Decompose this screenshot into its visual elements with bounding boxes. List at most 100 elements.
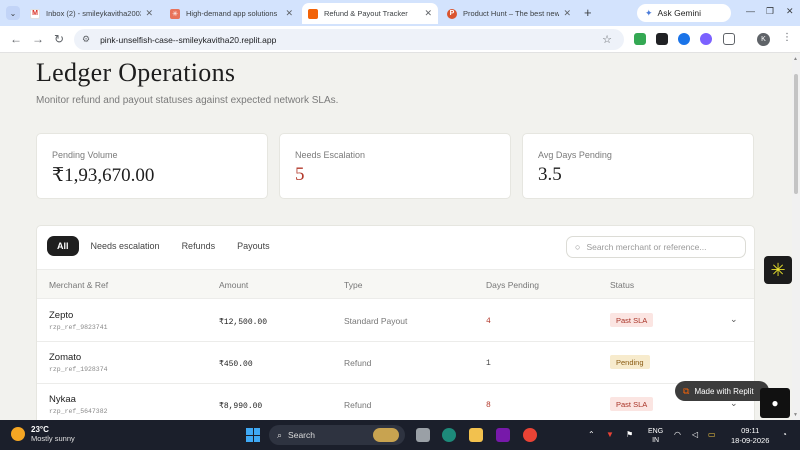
site-info-icon[interactable]: ⚙ [82, 34, 90, 45]
tray-expand-icon[interactable]: ⌃ [588, 430, 595, 439]
type: Refund [344, 358, 372, 368]
days-pending: 1 [486, 359, 491, 368]
weather-text: Mostly sunny [31, 434, 75, 443]
stat-value: 3.5 [538, 164, 562, 185]
side-widget-asterisk-icon[interactable]: ✳ [764, 256, 792, 284]
status-badge: Past SLA [610, 313, 654, 327]
new-tab-button[interactable]: + [584, 5, 592, 20]
amount: ₹12,500.00 [219, 318, 268, 327]
profile-avatar[interactable]: K [757, 33, 770, 46]
filter-tabs: All Needs escalation Refunds Payouts [47, 236, 282, 256]
extension-icon[interactable] [656, 33, 668, 45]
file-explorer-icon[interactable] [469, 428, 483, 442]
extension-icon[interactable] [678, 33, 690, 45]
sun-icon [11, 427, 25, 441]
close-icon[interactable]: ✕ [145, 8, 153, 19]
scrollbar-thumb[interactable] [794, 74, 798, 194]
volume-icon[interactable]: ◁ [692, 430, 698, 439]
weather-widget[interactable]: 23°C Mostly sunny [11, 425, 75, 443]
address-bar: ← → ↻ ⚙ pink-unselfish-case--smileykavit… [0, 26, 800, 53]
stat-value: 5 [295, 164, 305, 185]
tab-search-icon[interactable]: ⌄ [6, 6, 20, 20]
close-icon[interactable]: ✕ [424, 8, 432, 19]
days-pending: 4 [486, 317, 491, 326]
url-field[interactable]: ⚙ pink-unselfish-case--smileykavitha20.r… [74, 29, 624, 50]
type: Standard Payout [344, 316, 408, 326]
filter-tab-refunds[interactable]: Refunds [172, 236, 226, 256]
bookmark-star-icon[interactable]: ☆ [602, 33, 612, 46]
task-view-icon[interactable] [416, 428, 430, 442]
page-subtitle: Monitor refund and payout statuses again… [36, 95, 339, 106]
replit-badge-label: Made with Replit [694, 386, 754, 396]
page-scrollbar[interactable]: ▲ ▼ [792, 54, 800, 420]
search-icon: ○ [575, 242, 581, 252]
tab-title: Product Hunt – The best new [463, 9, 560, 18]
producthunt-icon: P [447, 8, 457, 19]
replit-icon [308, 8, 318, 19]
forward-icon[interactable]: → [32, 32, 44, 46]
close-icon[interactable]: ✕ [285, 8, 293, 19]
table-row[interactable]: Nykaa rzp_ref_5647382 ₹8,990.00 Refund 8… [37, 384, 754, 420]
extension-icon[interactable] [700, 33, 712, 45]
clock-time: 09:11 [741, 426, 760, 435]
scroll-up-icon[interactable]: ▲ [793, 56, 798, 62]
browser-menu-icon[interactable]: ⋮ [782, 32, 792, 43]
window-close-icon[interactable]: ✕ [786, 6, 794, 17]
replit-logo-icon: ⧉ [683, 385, 690, 396]
ledger-table-panel: All Needs escalation Refunds Payouts ○ M… [36, 225, 755, 420]
search-icon: ⌕ [277, 429, 283, 440]
close-icon[interactable]: ✕ [563, 8, 571, 19]
column-header: Days Pending [486, 280, 539, 290]
wifi-icon[interactable]: ◠ [674, 430, 681, 439]
extension-icon[interactable] [634, 33, 646, 45]
tray-app-icon[interactable]: ▼ [606, 430, 614, 439]
tab-high-demand[interactable]: ✳ High-demand app solutions ✕ [164, 3, 299, 24]
table-header: Merchant & Ref Amount Type Days Pending … [37, 269, 754, 299]
filter-tab-needs-escalation[interactable]: Needs escalation [81, 236, 170, 256]
stat-card-needs-escalation: Needs Escalation 5 [279, 133, 511, 199]
tab-product-hunt[interactable]: P Product Hunt – The best new ✕ [441, 3, 577, 24]
reload-icon[interactable]: ↻ [54, 32, 64, 46]
clock[interactable]: 09:11 18-09-2026 [731, 426, 769, 446]
table-row[interactable]: Zepto rzp_ref_9823741 ₹12,500.00 Standar… [37, 300, 754, 342]
column-header: Amount [219, 280, 249, 290]
chevron-down-icon[interactable]: ⌄ [730, 314, 738, 325]
made-with-replit-badge[interactable]: ⧉ Made with Replit [675, 381, 769, 401]
notification-icon[interactable]: ◔ [782, 430, 787, 439]
ask-gemini-button[interactable]: ✦ Ask Gemini [637, 4, 731, 22]
merchant-ref: rzp_ref_9823741 [49, 324, 108, 331]
minimize-icon[interactable]: — [746, 6, 755, 16]
table-row[interactable]: Zomato rzp_ref_1928374 ₹450.00 Refund 1 … [37, 342, 754, 384]
tab-gmail[interactable]: M Inbox (2) - smileykavitha2003@gmail.co… [24, 3, 159, 24]
merchant-name: Nykaa [49, 394, 76, 405]
stat-label: Avg Days Pending [538, 150, 612, 160]
chat-bubble-icon[interactable]: ● [760, 388, 790, 418]
taskbar-search[interactable]: ⌕ Search [269, 425, 405, 445]
onenote-icon[interactable] [496, 428, 510, 442]
stat-label: Needs Escalation [295, 150, 366, 160]
windows-start-icon[interactable] [246, 428, 260, 442]
back-icon[interactable]: ← [10, 32, 22, 46]
restore-icon[interactable]: ❐ [766, 6, 774, 17]
scroll-down-icon[interactable]: ▼ [793, 412, 798, 418]
stat-card-pending-volume: Pending Volume ₹1,93,670.00 [36, 133, 268, 199]
tab-refund-tracker[interactable]: Refund & Payout Tracker ✕ [302, 3, 438, 24]
page-content: Ledger Operations Monitor refund and pay… [0, 54, 792, 420]
stat-label: Pending Volume [52, 150, 118, 160]
gemini-icon: ✦ [645, 7, 653, 18]
column-header: Type [344, 280, 363, 290]
tray-app-icon[interactable]: ⚑ [626, 430, 633, 439]
lang-code: ENG [648, 428, 664, 435]
filter-tab-all[interactable]: All [47, 236, 79, 256]
merchant-ref: rzp_ref_5647382 [49, 408, 108, 415]
merchant-name: Zomato [49, 352, 82, 363]
chrome-icon[interactable] [523, 428, 537, 442]
language-indicator[interactable]: ENG IN [648, 427, 663, 445]
extensions-puzzle-icon[interactable] [723, 33, 735, 45]
battery-icon[interactable]: ▭ [708, 430, 716, 439]
search-input[interactable] [586, 242, 737, 252]
edge-icon[interactable] [442, 428, 456, 442]
search-box[interactable]: ○ [566, 236, 746, 258]
filter-tab-payouts[interactable]: Payouts [227, 236, 280, 256]
gmail-icon: M [30, 8, 40, 19]
